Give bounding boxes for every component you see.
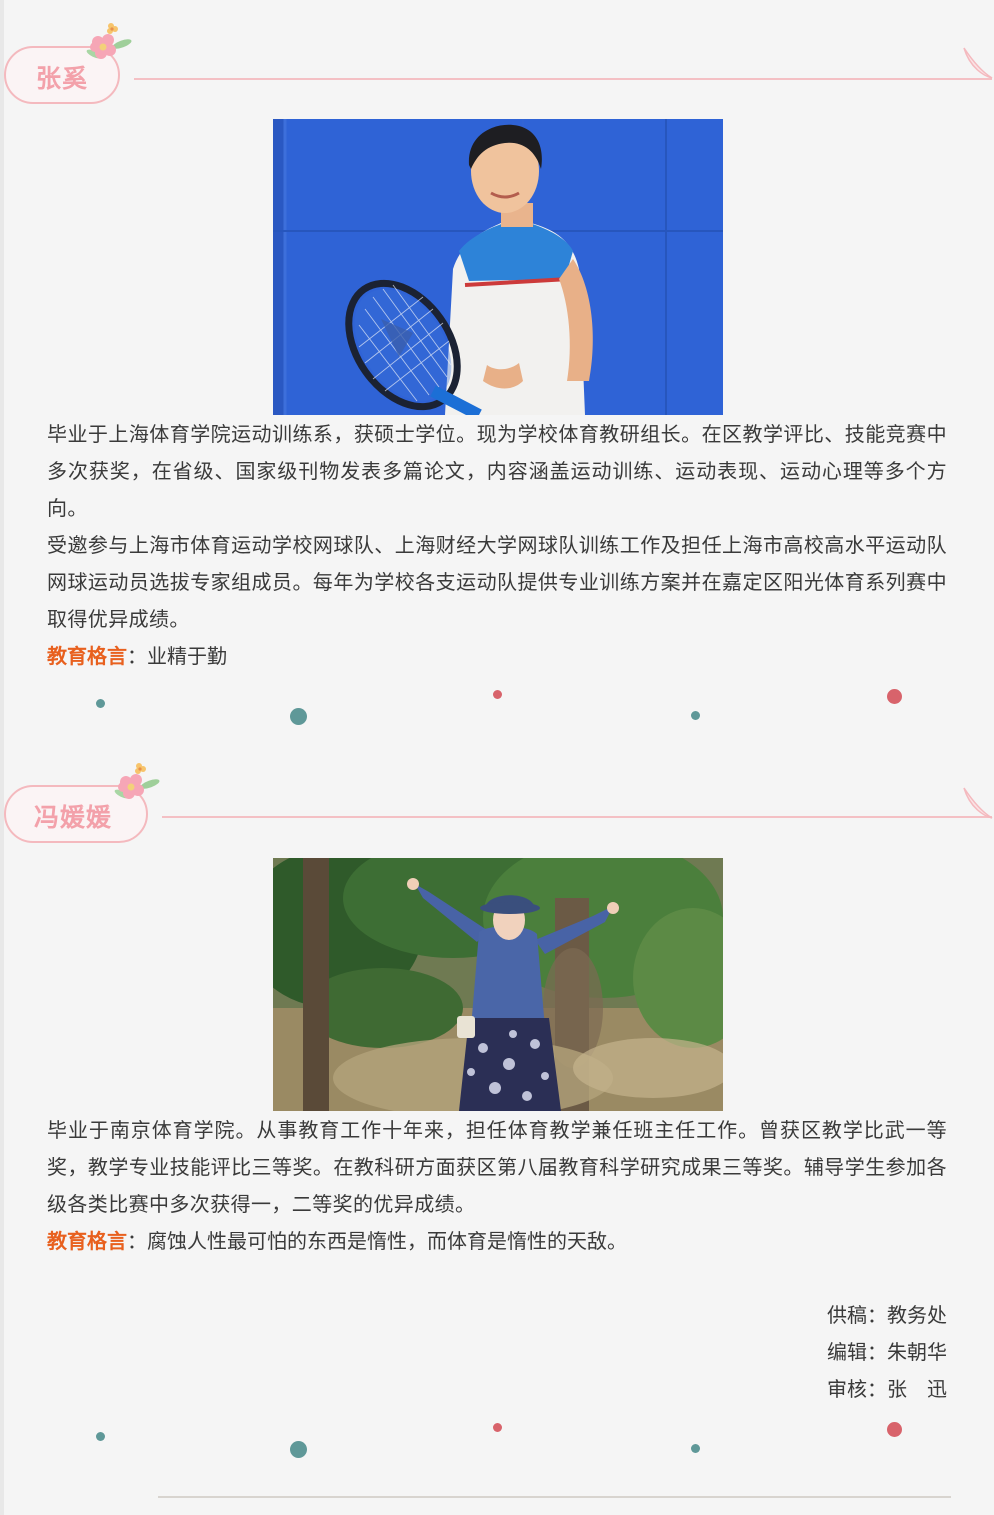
bio-paragraph: 毕业于上海体育学院运动训练系，获硕士学位。现为学校体育教研组长。在区教学评比、技…	[47, 422, 947, 520]
bio-paragraph: 受邀参与上海市体育运动学校网球队、上海财经大学网球队训练工作及担任上海市高校高水…	[47, 533, 947, 631]
motto-text: 腐蚀人性最可怕的东西是惰性，而体育是惰性的天敌。	[147, 1229, 627, 1253]
motto-label: 教育格言	[47, 1229, 127, 1253]
footer-divider	[158, 1496, 951, 1498]
decorative-dot	[96, 1432, 105, 1441]
motto-text: 业精于勤	[147, 644, 227, 668]
page-edge	[0, 0, 4, 1515]
decorative-dot	[96, 699, 105, 708]
motto-label: 教育格言	[47, 644, 127, 668]
teacher-name: 冯媛媛	[34, 803, 113, 832]
header-divider	[134, 78, 992, 80]
motto: 教育格言：腐蚀人性最可怕的东西是惰性，而体育是惰性的天敌。	[47, 1223, 627, 1260]
credit-reviewer: 审核：张 迅	[827, 1377, 947, 1401]
decorative-dot	[887, 1422, 902, 1437]
motto: 教育格言：业精于勤	[47, 638, 227, 675]
flower-icon	[114, 763, 160, 799]
petal-leaf-icon	[963, 787, 993, 819]
teacher-photo	[273, 119, 723, 415]
decorative-dot	[493, 1423, 502, 1432]
decorative-dot	[290, 1441, 307, 1458]
header-divider	[162, 816, 992, 818]
decorative-dot	[290, 708, 307, 725]
petal-leaf-icon	[963, 47, 993, 79]
flower-icon	[86, 23, 132, 59]
credit-source: 供稿：教务处	[827, 1303, 947, 1327]
teacher-photo	[273, 858, 723, 1111]
decorative-dot	[691, 711, 700, 720]
motto-separator: ：	[127, 1229, 147, 1253]
decorative-dot	[887, 689, 902, 704]
decorative-dot	[691, 1444, 700, 1453]
bio-paragraph: 毕业于南京体育学院。从事教育工作十年来，担任体育教学兼任班主任工作。曾获区教学比…	[47, 1118, 947, 1216]
credit-editor: 编辑：朱朝华	[827, 1340, 947, 1364]
decorative-dot	[493, 690, 502, 699]
motto-separator: ：	[127, 644, 147, 668]
